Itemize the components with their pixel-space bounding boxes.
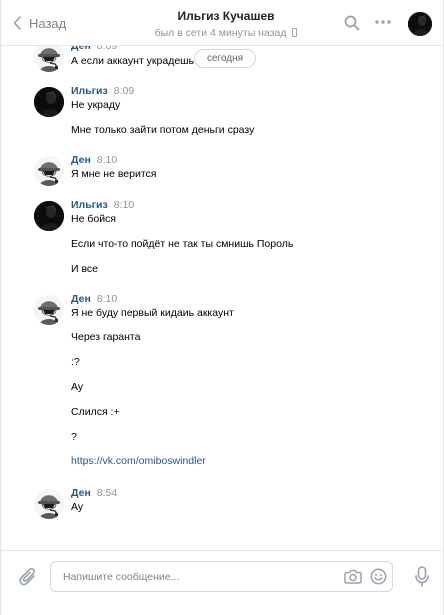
author-name[interactable]: Ден [71, 293, 91, 305]
message-text: Через гаранта [71, 331, 141, 343]
message-meta: Ильгиз 8:10 [71, 199, 134, 212]
detective-avatar[interactable] [34, 156, 64, 186]
detective-avatar[interactable] [34, 295, 64, 325]
dark-avatar[interactable] [34, 201, 64, 231]
chat-window: Назад Ильгиз Кучашев был в сети 4 минуты… [0, 0, 444, 615]
dark-avatar[interactable] [34, 87, 64, 117]
detective-icon [34, 42, 64, 72]
microphone-icon[interactable] [415, 566, 429, 587]
message-text: Я мне не верится [71, 168, 157, 180]
more-options-icon[interactable] [375, 20, 391, 24]
message-composer [1, 550, 443, 615]
message-time[interactable]: 8:10 [97, 154, 117, 166]
emoji-icon[interactable] [370, 568, 387, 585]
contact-avatar[interactable] [408, 12, 432, 36]
message-text: Не украду [71, 99, 121, 111]
message-time[interactable]: 8:09 [114, 85, 134, 97]
message-time[interactable]: 8:10 [114, 199, 134, 211]
message-text: ? [71, 431, 77, 443]
search-icon[interactable] [344, 15, 360, 31]
chat-title: Ильгиз Кучашев [177, 9, 275, 23]
date-separator: сегодня [194, 49, 256, 68]
author-name[interactable]: Ден [71, 154, 91, 166]
message-text: Мне только зайти потом деньги сразу [71, 124, 255, 136]
message-text: Слился :+ [71, 406, 120, 418]
mobile-phone-icon [292, 28, 298, 37]
detective-avatar[interactable] [34, 489, 64, 519]
message-group: Ден 8:10 Я не буду первый кидаиь аккаунт … [1, 293, 443, 468]
message-text: Ау [71, 501, 84, 513]
detective-icon [34, 489, 64, 519]
message-input-box [50, 561, 393, 592]
message-meta: Ден 8:10 [71, 154, 117, 167]
message-text: :? [71, 356, 80, 368]
author-name[interactable]: Ильгиз [71, 199, 108, 211]
message-group: Ильгиз 8:10 Не бойся Если что-то пойдёт н… [1, 199, 443, 283]
message-text: Не бойся [71, 213, 116, 225]
detective-avatar[interactable] [34, 42, 64, 72]
message-meta: Ден 8:10 [71, 293, 117, 306]
chat-header: Назад Ильгиз Кучашев был в сети 4 минуты… [1, 0, 443, 46]
message-time[interactable]: 8:10 [97, 293, 117, 305]
message-time[interactable]: 8:54 [97, 487, 117, 499]
detective-icon [34, 156, 64, 186]
message-text: Если что-то пойдёт не так ты смнишь Поро… [71, 238, 294, 250]
chevron-left-icon [13, 16, 21, 30]
message-meta: Ильгиз 8:09 [71, 85, 134, 98]
message-text: Ау [71, 381, 84, 393]
dark-avatar-icon [34, 87, 64, 117]
online-status-text: был в сети 4 минуты назад [154, 27, 287, 39]
message-text: А если аккаунт украдешь [71, 55, 195, 67]
message-meta: Ден 8:54 [71, 487, 117, 500]
dark-avatar-icon [34, 201, 64, 231]
message-group: Ден 8:54 Ау [1, 487, 443, 519]
author-name[interactable]: Ильгиз [71, 85, 108, 97]
back-label: Назад [29, 15, 67, 31]
message-text: Я не буду первый кидаиь аккаунт [71, 307, 234, 319]
message-link[interactable]: https://vk.com/omiboswindler [71, 455, 206, 467]
back-button[interactable]: Назад [13, 14, 66, 32]
message-group: Ильгиз 8:09 Не украду Мне только зайти по… [1, 85, 443, 143]
author-name[interactable]: Ден [71, 487, 91, 499]
paperclip-icon[interactable] [19, 567, 37, 587]
message-input[interactable] [51, 562, 331, 591]
chat-title-block[interactable]: Ильгиз Кучашев был в сети 4 минуты назад [121, 9, 331, 40]
camera-icon[interactable] [344, 569, 362, 584]
message-link-line: https://vk.com/omiboswindler [71, 455, 206, 468]
message-group: Ден 8:10 Я мне не верится [1, 154, 443, 186]
dark-avatar-icon [408, 12, 432, 36]
online-status: был в сети 4 минуты назад [121, 26, 331, 40]
message-history[interactable]: сегодня Ден 8:09 А если аккаунт украдешь [1, 38, 443, 550]
message-text: И все [71, 263, 99, 275]
detective-icon [34, 295, 64, 325]
